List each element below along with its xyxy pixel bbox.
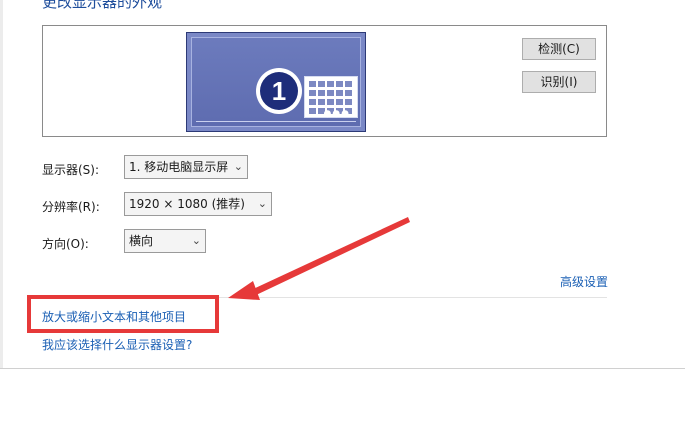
footer-divider: [0, 368, 685, 369]
red-arrow-annotation: [228, 217, 410, 300]
